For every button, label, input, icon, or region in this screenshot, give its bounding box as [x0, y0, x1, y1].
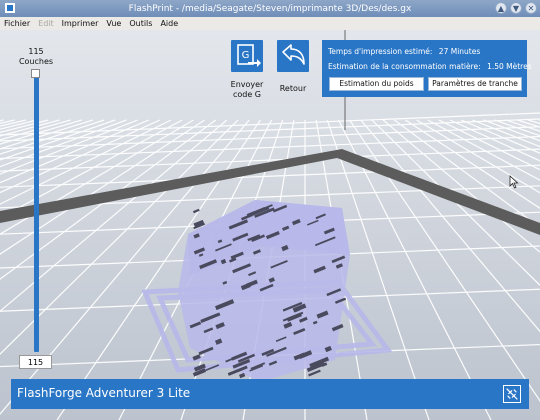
- layer-counter: 115 Couches: [14, 47, 58, 67]
- flashprint-window: FlashPrint - /media/Seagate/Steven/impri…: [0, 0, 540, 420]
- back-arrow-icon: [282, 44, 305, 65]
- printer-name: FlashForge Adventurer 3 Lite: [17, 386, 191, 400]
- back-button[interactable]: [277, 40, 309, 72]
- back-label: Retour: [279, 84, 307, 93]
- status-bar: FlashForge Adventurer 3 Lite: [11, 379, 529, 409]
- print-info-panel: Temps d'impression estimé: 27 Minutes Es…: [322, 40, 532, 97]
- layer-count-label: Couches: [18, 57, 54, 66]
- menu-bar: Fichier Edit Imprimer Vue Outils Aide: [0, 17, 540, 31]
- send-gcode-button[interactable]: G: [231, 40, 263, 72]
- print-time-value: 27 Minutes: [438, 47, 481, 56]
- slice-params-button[interactable]: Paramètres de tranche: [428, 77, 522, 91]
- close-button[interactable]: ✕: [525, 2, 537, 14]
- weight-estimate-button[interactable]: Estimation du poids: [329, 77, 424, 91]
- flashprint-app-icon: [5, 3, 15, 13]
- print-time-label: Temps d'impression estimé:: [328, 47, 433, 56]
- disconnected-link-icon[interactable]: [503, 385, 521, 403]
- menu-imprimer[interactable]: Imprimer: [58, 19, 103, 28]
- send-gcode-icon: G: [237, 44, 261, 67]
- menu-outils[interactable]: Outils: [125, 19, 156, 28]
- layer-slider-handle[interactable]: [31, 69, 40, 78]
- mouse-cursor-icon: [509, 175, 519, 189]
- 3d-viewport[interactable]: 115 Couches 115 G Envoyer code G Retour …: [0, 30, 540, 420]
- menu-edit[interactable]: Edit: [34, 19, 58, 28]
- print-time-row: Temps d'impression estimé: 27 Minutes: [328, 47, 480, 56]
- material-row: Estimation de la consommation matière: 1…: [328, 62, 532, 71]
- menu-vue[interactable]: Vue: [102, 19, 125, 28]
- window-title: FlashPrint - /media/Seagate/Steven/impri…: [128, 3, 412, 14]
- send-gcode-icon-letter: G: [242, 50, 250, 61]
- layer-input[interactable]: 115: [19, 355, 52, 369]
- sliced-model: [178, 200, 350, 382]
- menu-aide[interactable]: Aide: [156, 19, 182, 28]
- maximize-button[interactable]: ▼: [510, 2, 522, 14]
- send-gcode-label: Envoyer code G: [230, 80, 264, 99]
- title-bar: FlashPrint - /media/Seagate/Steven/impri…: [0, 0, 540, 17]
- layer-slider[interactable]: [34, 76, 39, 352]
- minimize-button[interactable]: ▲: [495, 2, 507, 14]
- menu-fichier[interactable]: Fichier: [0, 19, 34, 28]
- material-value: 1.50 Mètres: [487, 62, 532, 71]
- layer-count-value: 115: [28, 47, 44, 56]
- material-label: Estimation de la consommation matière:: [328, 62, 481, 71]
